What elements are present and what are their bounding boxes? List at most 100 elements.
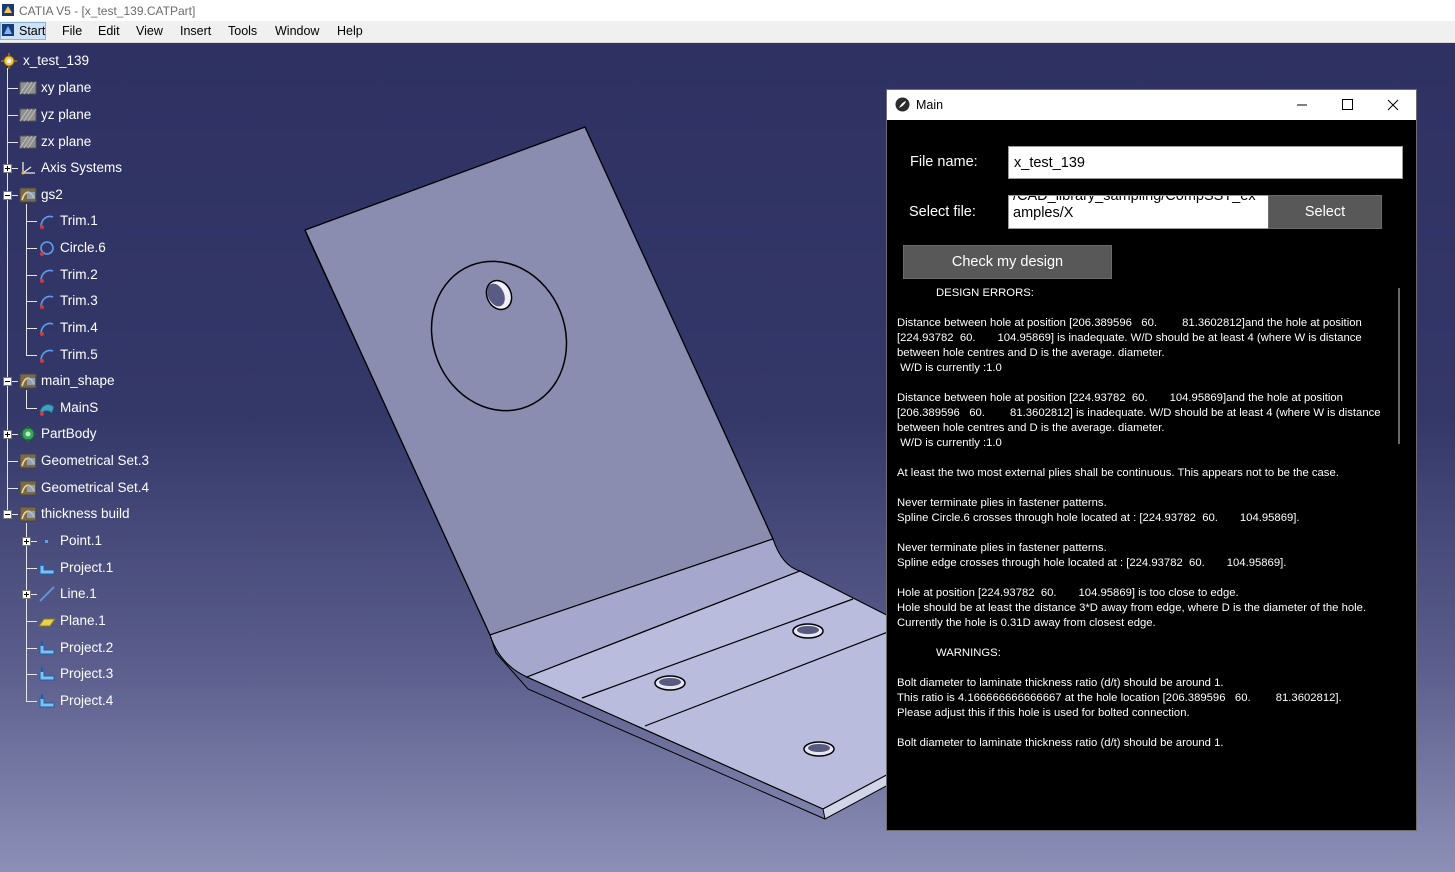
expand-toggle-icon[interactable]	[3, 164, 12, 173]
menu-insert[interactable]: Insert	[180, 24, 211, 38]
close-icon[interactable]	[1370, 90, 1416, 120]
tree-item-trim-5[interactable]: Trim.5	[0, 344, 200, 366]
select-file-path-line2: amples/X	[1013, 205, 1074, 221]
plane-icon	[19, 108, 37, 122]
expand-toggle-icon[interactable]	[22, 537, 31, 546]
file-name-label: File name:	[910, 154, 978, 170]
tree-item-label: Trim.5	[60, 347, 98, 362]
tree-item-geometrical-set-4[interactable]: Geometrical Set.4	[0, 477, 200, 499]
tree-item-label: Geometrical Set.3	[41, 453, 150, 468]
expand-toggle-icon[interactable]	[3, 430, 12, 439]
tree-item-label: xy plane	[41, 80, 92, 95]
select-file-label: Select file:	[909, 204, 976, 220]
tree-item-xy-plane[interactable]: xy plane	[0, 77, 200, 99]
tree-item-label: main_shape	[41, 373, 115, 388]
tree-item-label: gs2	[41, 187, 63, 202]
tree-item-label: yz plane	[41, 107, 92, 122]
tree-item-yz-plane[interactable]: yz plane	[0, 104, 200, 126]
menu-tools[interactable]: Tools	[228, 24, 257, 38]
partbody-icon	[20, 426, 36, 442]
tree-item-gs2[interactable]: gs2	[0, 184, 200, 206]
collapse-toggle-icon[interactable]	[3, 191, 12, 200]
tree-item-geometrical-set-3[interactable]: Geometrical Set.3	[0, 450, 200, 472]
project-icon	[39, 561, 55, 575]
start-icon[interactable]	[2, 24, 14, 36]
tree-item-axis-systems[interactable]: Axis Systems	[0, 157, 200, 179]
log-message: Distance between hole at position [206.3…	[897, 317, 1362, 374]
trim-icon	[40, 322, 54, 336]
design-check-output[interactable]: DESIGN ERRORS: Distance between hole at p…	[897, 286, 1397, 820]
point-icon	[45, 540, 48, 543]
menu-view[interactable]: View	[136, 24, 163, 38]
file-name-input[interactable]	[1008, 146, 1403, 179]
window-title: CATIA V5 - [x_test_139.CATPart]	[19, 4, 196, 18]
project-icon	[39, 641, 55, 655]
tree-item-label: Project.1	[60, 560, 114, 575]
tree-item-line-1[interactable]: Line.1	[0, 583, 200, 605]
maximize-icon[interactable]	[1324, 90, 1370, 120]
select-file-path-line1: /CAD_library_sampling/CompSST_ex	[1013, 195, 1256, 204]
tree-item-project-1[interactable]: Project.1	[0, 557, 200, 579]
trim-icon	[40, 349, 54, 363]
project-icon	[39, 667, 55, 681]
tree-item-label: Circle.6	[60, 240, 106, 255]
tree-item-plane-1[interactable]: Plane.1	[0, 610, 200, 632]
collapse-toggle-icon[interactable]	[3, 510, 12, 519]
menu-help[interactable]: Help	[337, 24, 363, 38]
log-message: Never terminate plies in fastener patter…	[897, 497, 1300, 524]
log-section-heading: WARNINGS:	[936, 647, 1001, 659]
surface-icon	[39, 403, 55, 416]
check-my-design-button[interactable]: Check my design	[903, 245, 1112, 279]
minimize-icon[interactable]	[1279, 90, 1325, 120]
select-button[interactable]: Select	[1268, 195, 1382, 229]
trim-icon	[40, 295, 54, 309]
main-dialog: Main File name: Select file: /CAD_librar…	[886, 89, 1417, 831]
circle-icon	[40, 241, 54, 256]
tree-item-project-4[interactable]: Project.4	[0, 690, 200, 712]
log-message: Bolt diameter to laminate thickness rati…	[897, 737, 1224, 749]
tree-item-label: Trim.2	[60, 267, 98, 282]
menu-edit[interactable]: Edit	[98, 24, 120, 38]
tree-item-trim-4[interactable]: Trim.4	[0, 317, 200, 339]
tree-item-trim-3[interactable]: Trim.3	[0, 290, 200, 312]
plane-feature-icon	[38, 618, 56, 627]
catia-logo-icon	[2, 4, 14, 16]
tree-root-label: x_test_139	[23, 53, 90, 68]
select-file-path-field[interactable]: /CAD_library_sampling/CompSST_ex amples/…	[1008, 195, 1269, 229]
tree-item-trim-2[interactable]: Trim.2	[0, 264, 200, 286]
tree-item-label: zx plane	[41, 134, 92, 149]
expand-toggle-icon[interactable]	[22, 590, 31, 599]
menu-window[interactable]: Window	[275, 24, 319, 38]
project-icon	[39, 694, 55, 708]
tree-item-mains[interactable]: MainS	[0, 397, 200, 419]
tree-item-label: Trim.4	[60, 320, 98, 335]
tree-item-thickness-build[interactable]: thickness build	[0, 503, 200, 525]
geometrical-set-icon	[19, 453, 37, 469]
menu-start[interactable]: Start	[19, 24, 45, 38]
output-scrollbar-thumb[interactable]	[1398, 288, 1400, 444]
plane-icon	[19, 135, 37, 149]
tree-item-project-2[interactable]: Project.2	[0, 637, 200, 659]
tree-item-main-shape[interactable]: main_shape	[0, 370, 200, 392]
tree-item-zx-plane[interactable]: zx plane	[0, 131, 200, 153]
log-message: Distance between hole at position [224.9…	[897, 392, 1381, 449]
log-section-heading: DESIGN ERRORS:	[936, 287, 1034, 299]
tree-item-label: Trim.3	[60, 293, 98, 308]
tree-item-circle-6[interactable]: Circle.6	[0, 237, 200, 259]
upper-flange-face	[304, 126, 774, 636]
menu-file[interactable]: File	[62, 24, 82, 38]
log-message: At least the two most external plies sha…	[897, 467, 1339, 479]
tree-item-point-1[interactable]: Point.1	[0, 530, 200, 552]
tree-item-project-3[interactable]: Project.3	[0, 663, 200, 685]
tree-item-partbody[interactable]: PartBody	[0, 423, 200, 445]
collapse-toggle-icon[interactable]	[3, 377, 12, 386]
tree-item-label: Axis Systems	[41, 160, 123, 175]
geometrical-set-icon	[19, 480, 37, 496]
window-titlebar: CATIA V5 - [x_test_139.CATPart]	[0, 0, 1455, 21]
tree-item-label: PartBody	[41, 426, 97, 441]
tree-item-label: Plane.1	[60, 613, 106, 628]
geometrical-set-icon	[19, 373, 37, 389]
tree-item-label: Geometrical Set.4	[41, 480, 150, 495]
line-icon	[39, 586, 55, 602]
tree-item-trim-1[interactable]: Trim.1	[0, 210, 200, 232]
